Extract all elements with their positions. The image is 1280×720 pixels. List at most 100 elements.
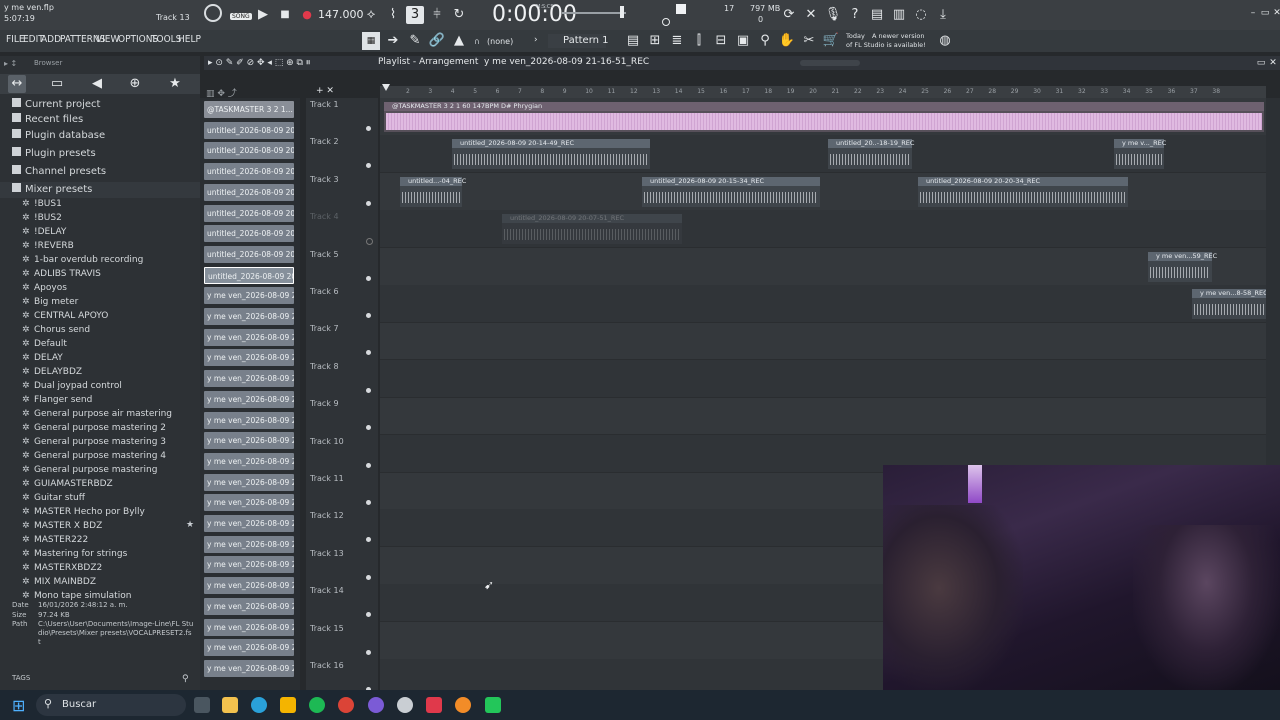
preset-item[interactable]: ✲ MIX MAINBDZ: [0, 575, 222, 589]
playlist-close-icon[interactable]: ✕: [1264, 54, 1280, 72]
favorite-star-icon[interactable]: ★: [186, 520, 194, 530]
pattern-item[interactable]: y me ven_2026-08-09 20...: [204, 349, 294, 367]
playlist-clip[interactable]: untitled_2026-08-09 20-07-51_REC: [502, 214, 682, 245]
menu-file[interactable]: FILE: [6, 34, 25, 45]
pattern-item[interactable]: y me ven_2026-08-09 20...: [204, 308, 294, 325]
preset-item[interactable]: ✲ DELAYBDZ: [0, 365, 222, 379]
track-name[interactable]: Track 8: [310, 362, 339, 371]
play-icon[interactable]: ▶: [254, 6, 272, 24]
track-mute-led[interactable]: [366, 462, 371, 468]
master-pitch-knob[interactable]: [662, 18, 670, 26]
track-mute-led[interactable]: [366, 500, 371, 505]
help-icon[interactable]: ?: [846, 6, 864, 24]
pattern-item[interactable]: untitled_2026-08-09 20-...: [204, 204, 294, 222]
browser-nav-icon[interactable]: ▸ ↕: [4, 59, 17, 68]
download-icon[interactable]: ⤓: [934, 6, 952, 24]
pattern-item[interactable]: y me ven_2026-08-09 20...: [204, 370, 294, 388]
playlist-clip[interactable]: y me ven...59_REC: [1148, 251, 1217, 282]
browser-section-3[interactable]: Plugin presets: [0, 146, 212, 162]
news-text[interactable]: A newer version of FL Studio is availabl…: [846, 32, 932, 50]
pattern-item[interactable]: untitled_2026-08-09 20-...: [204, 266, 294, 284]
pattern-prev-icon[interactable]: ›: [534, 35, 538, 45]
preset-item[interactable]: ✲ Apoyos: [0, 281, 222, 295]
preset-item[interactable]: ✲ Big meter: [0, 295, 222, 309]
playlist-tools-icons[interactable]: ▸ ⊙ ✎ ✐ ⊘ ✥ ◂ ⬚ ⊕ ⧉ ⏸: [208, 58, 310, 68]
wait-icon[interactable]: ⌇: [384, 6, 402, 24]
pattern-item[interactable]: y me ven_2026-08-09 20...: [204, 452, 294, 470]
track-name[interactable]: Track 15: [310, 624, 344, 633]
link-icon[interactable]: 🔗: [428, 32, 446, 50]
track-name[interactable]: Track 6: [310, 287, 339, 296]
preset-item[interactable]: ✲ !BUS1: [0, 197, 222, 211]
fl-studio-icon[interactable]: [455, 697, 471, 713]
browser-plugin-tab-icon[interactable]: ⊕: [126, 75, 144, 93]
chat-icon[interactable]: ◌: [912, 6, 930, 24]
pattern-item[interactable]: y me ven_2026-08-09 20...: [204, 577, 294, 595]
preset-item[interactable]: ✲ General purpose air mastering: [0, 407, 222, 421]
metronome-icon[interactable]: ⟡: [362, 6, 380, 24]
green-app-icon[interactable]: [485, 697, 501, 713]
browser-section-2[interactable]: Plugin database: [0, 128, 212, 144]
mixer-console-icon[interactable]: ⫿: [690, 32, 708, 50]
pattern-item[interactable]: y me ven_2026-08-09 20...: [204, 494, 294, 512]
playlist-clip[interactable]: untitled_2026-08-09 20-14-49_REC: [452, 139, 650, 170]
playlist-current-clip[interactable]: y me ven_2026-08-09 21-16-51_REC: [484, 57, 649, 67]
pattern-item[interactable]: untitled_2026-08-09 20-...: [204, 245, 294, 263]
track-name[interactable]: Track 2: [310, 137, 339, 146]
record-icon[interactable]: ●: [298, 6, 316, 24]
preset-item[interactable]: ✲ Mastering for strings: [0, 547, 222, 561]
track-name[interactable]: Track 7: [310, 324, 339, 333]
pattern-item[interactable]: untitled_2026-08-09 20-...: [204, 121, 294, 139]
track-lane[interactable]: [380, 248, 1266, 286]
playhead-marker[interactable]: [382, 84, 390, 91]
pattern-song-toggle[interactable]: [204, 4, 222, 22]
menu-tools[interactable]: TOOLS: [151, 34, 181, 45]
playlist-zoom-slider[interactable]: [800, 60, 860, 66]
step-sequencer-icon[interactable]: ⊞: [646, 32, 664, 50]
track-lane[interactable]: [380, 359, 1266, 398]
tag-search-icon[interactable]: ⚲: [182, 674, 189, 684]
browser-section-4[interactable]: Channel presets: [0, 164, 212, 180]
browser-section-0[interactable]: Current project: [0, 97, 212, 113]
channel-rack-icon[interactable]: ⊟: [712, 32, 730, 50]
spotify-icon[interactable]: [309, 697, 325, 713]
track-mute-led[interactable]: [366, 313, 371, 318]
preset-item[interactable]: ✲ MASTER Hecho por Bylly: [0, 505, 222, 519]
plugin-icon[interactable]: ⚲: [756, 32, 774, 50]
pattern-list-tools[interactable]: ▥ ✥ ⤴: [206, 86, 237, 99]
track-mute-led[interactable]: [366, 649, 371, 655]
chrome-icon[interactable]: [338, 697, 354, 713]
globe-icon[interactable]: ◍: [936, 32, 954, 50]
track-lane[interactable]: [380, 285, 1266, 323]
playlist-clip[interactable]: y me v..._REC: [1114, 139, 1166, 170]
pattern-item[interactable]: y me ven_2026-08-09 20...: [204, 535, 294, 553]
pattern-item[interactable]: y me ven_2026-08-09 20...: [204, 618, 294, 636]
render-icon[interactable]: ▥: [890, 6, 908, 24]
pattern-item[interactable]: untitled_2026-08-09 20-...: [204, 225, 294, 243]
pattern-item[interactable]: y me ven_2026-08-09 20...: [204, 390, 294, 408]
track-lane[interactable]: [380, 322, 1266, 361]
track-name[interactable]: Track 12: [310, 511, 344, 520]
track-mute-led[interactable]: [366, 574, 371, 580]
store-icon[interactable]: [280, 697, 296, 713]
browser-speaker-tab-icon[interactable]: ◀: [88, 75, 106, 93]
snap-select[interactable]: (none): [487, 37, 513, 46]
time-display[interactable]: 0:00:00: [492, 2, 577, 27]
browser-files-tab-icon[interactable]: ▭: [48, 75, 66, 93]
pattern-item[interactable]: y me ven_2026-08-09 20...: [204, 515, 294, 532]
track-name[interactable]: Track 3: [310, 175, 339, 184]
track-name[interactable]: Track 11: [310, 474, 344, 483]
playlist-clip[interactable]: @TASKMASTER 3 2 1 60 147BPM D# Phrygian: [384, 102, 1264, 132]
magnet-icon[interactable]: ∩: [474, 37, 480, 46]
pattern-item[interactable]: y me ven_2026-08-09 20...: [204, 597, 294, 615]
preset-item[interactable]: ✲ General purpose mastering: [0, 463, 222, 477]
track-name[interactable]: Track 4: [310, 212, 339, 221]
preset-item[interactable]: ✲ General purpose mastering 2: [0, 421, 222, 435]
preset-item[interactable]: ✲ Dual joypad control: [0, 379, 222, 393]
preset-item[interactable]: ✲ !DELAY: [0, 225, 222, 239]
playlist-header-icons[interactable]: + ✕: [316, 86, 334, 96]
windows-start-icon[interactable]: ⊞: [12, 696, 25, 715]
touch-icon[interactable]: ✋: [778, 32, 796, 50]
piano-icon[interactable]: ▦: [362, 32, 380, 50]
arrow-right-icon[interactable]: ➔: [384, 32, 402, 50]
